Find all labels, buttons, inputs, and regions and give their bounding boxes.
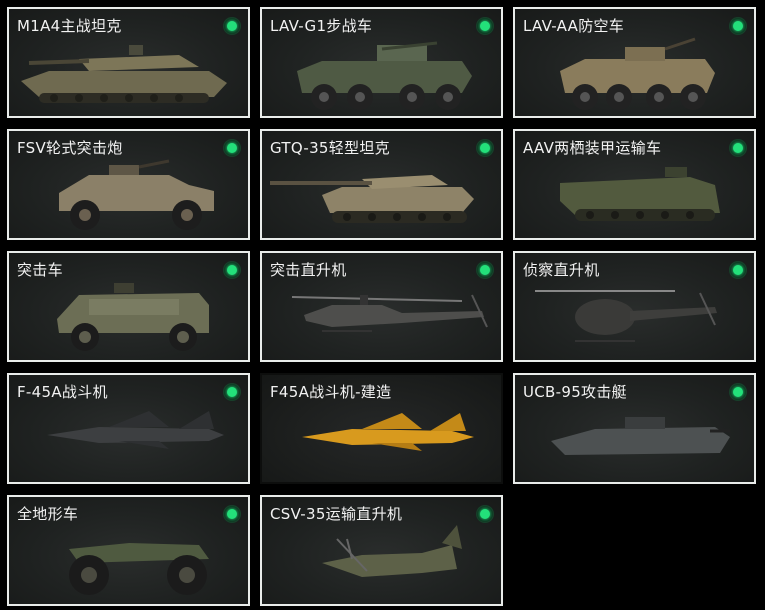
vehicle-card-f45a[interactable]: F-45A战斗机: [7, 373, 250, 484]
vehicle-grid: M1A4主战坦克 LAV-G1步战车 LAV-AA防空车 FSV轮式突击炮 GT…: [0, 0, 765, 610]
vehicle-card-fsv[interactable]: FSV轮式突击炮: [7, 129, 250, 240]
armored-car-icon: [59, 159, 214, 230]
vehicle-card-csv35[interactable]: CSV-35运输直升机: [260, 495, 503, 606]
fighter-jet-icon: [47, 411, 224, 449]
wheeled-anti-air-icon: [560, 37, 715, 110]
vehicle-card-f45a-build[interactable]: F45A战斗机-建造: [260, 373, 503, 484]
main-battle-tank-icon: [21, 45, 227, 103]
light-tank-icon: [270, 175, 474, 223]
vehicle-card-scout-helicopter[interactable]: 侦察直升机: [513, 251, 756, 362]
vehicle-card-gtq35[interactable]: GTQ-35轻型坦克: [260, 129, 503, 240]
vehicle-card-ucb95[interactable]: UCB-95攻击艇: [513, 373, 756, 484]
assault-truck-icon: [57, 283, 209, 351]
attack-helicopter-icon: [291, 294, 488, 332]
vehicle-card-m1a4[interactable]: M1A4主战坦克: [7, 7, 250, 118]
vehicle-card-atv[interactable]: 全地形车: [7, 495, 250, 606]
scout-helicopter-icon: [535, 290, 717, 342]
amphibious-apc-icon: [560, 167, 720, 221]
vehicle-card-lav-aa[interactable]: LAV-AA防空车: [513, 7, 756, 118]
vehicle-card-assault-truck[interactable]: 突击车: [7, 251, 250, 362]
fighter-jet-yellow-icon: [302, 413, 474, 451]
vehicle-card-attack-helicopter[interactable]: 突击直升机: [260, 251, 503, 362]
vehicle-card-lav-g1[interactable]: LAV-G1步战车: [260, 7, 503, 118]
wheeled-ifv-icon: [297, 41, 472, 110]
atv-icon: [69, 543, 209, 595]
vehicle-card-aav[interactable]: AAV两栖装甲运输车: [513, 129, 756, 240]
tiltrotor-icon: [322, 525, 462, 577]
attack-boat-icon: [551, 417, 730, 455]
